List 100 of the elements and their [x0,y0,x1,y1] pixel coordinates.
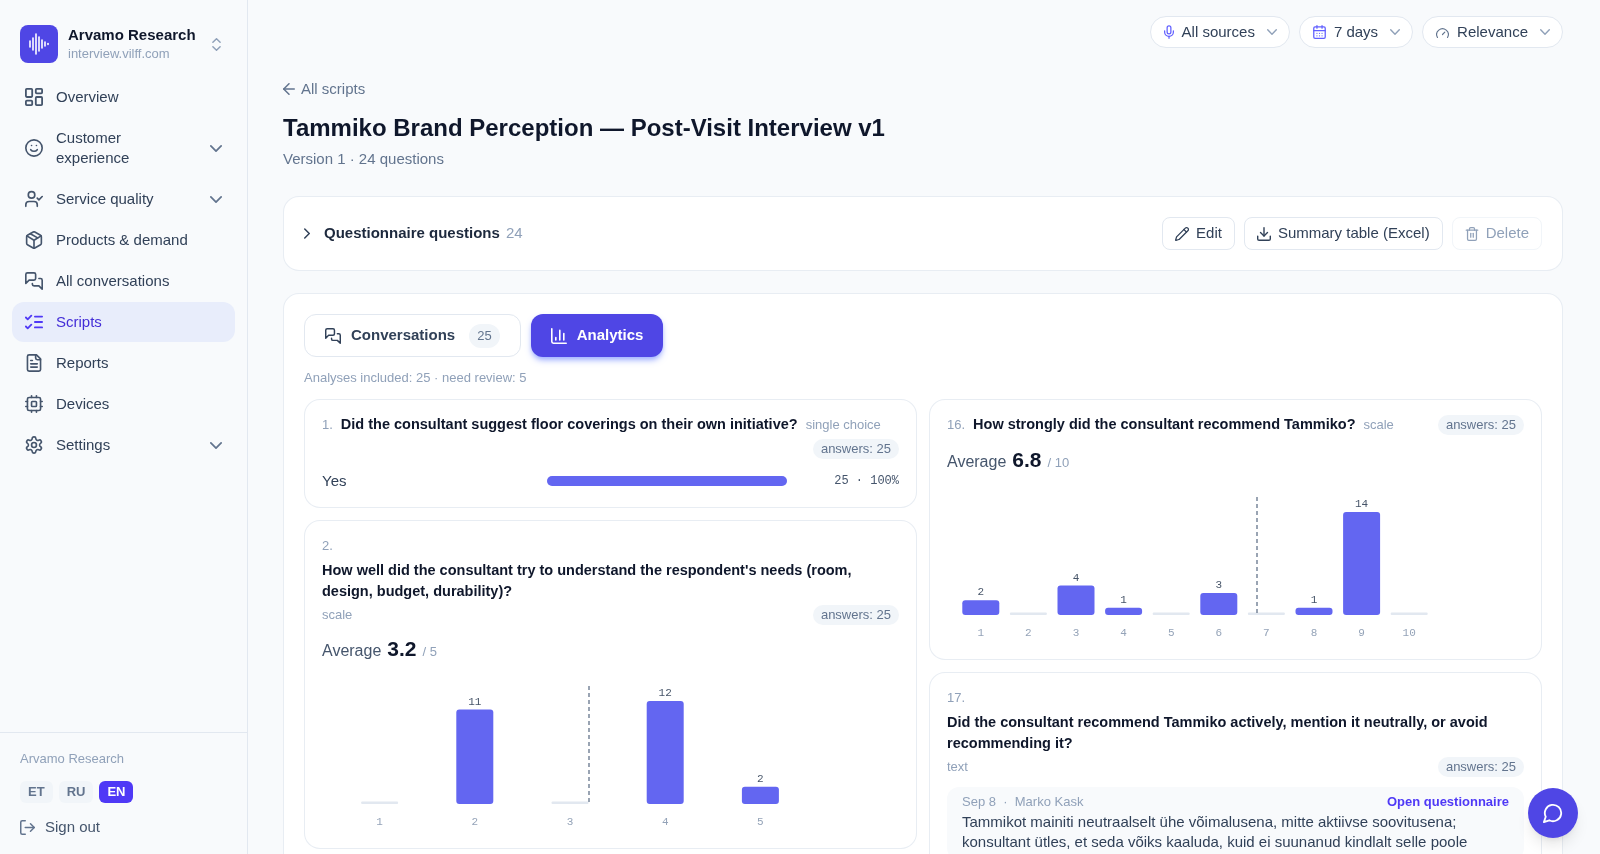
nav-item[interactable]: Overview [12,77,235,117]
question-text: How well did the consultant try to understand the respondent's needs (room, design, budget, durability)? [322,561,853,601]
filter-dropdown[interactable]: Relevance [1422,16,1563,48]
gauge-icon [1436,26,1450,38]
bar-value-label: 2 [757,772,764,785]
axis-label: 9 [1358,627,1365,639]
option-label: Yes [322,471,348,491]
chevrons-up-down-icon[interactable] [212,37,221,51]
question-number: 2. [322,537,333,555]
language-button[interactable]: ET [20,781,53,803]
average-label: Average [947,452,1007,472]
average-label: Average [322,641,382,661]
bar-value-label: 4 [1072,571,1080,584]
open-questionnaire-link[interactable]: Open questionnaire [1386,793,1509,811]
axis-label: 1 [977,627,985,639]
axis-label: 6 [1215,627,1223,639]
chevron-down-icon[interactable] [210,195,222,203]
question-count: 24 [505,223,523,244]
axis-label: 3 [566,816,574,828]
nav-item[interactable]: Scripts [12,302,235,342]
question-number: 16. [947,416,966,434]
download-button[interactable]: Summary table (Excel) [1243,217,1443,250]
chevron-down-icon[interactable] [210,441,222,449]
pencil-icon [1175,226,1190,241]
question-number: 17. [947,689,966,707]
bar-value-label: 14 [1355,498,1369,510]
workspace-label: Arvamo Research [20,750,125,768]
filter-dropdown[interactable]: 7 days [1298,16,1414,48]
axis-label: 8 [1310,627,1318,639]
sign-out-link[interactable]: Sign out [20,817,101,837]
workspace-domain: interview.vilff.com [68,45,171,63]
chart-bar [1200,592,1238,615]
axis-label: 5 [1167,627,1175,639]
response-meta: Sep 8 · Marko Kask [962,793,1084,811]
question-type: scale [322,606,353,624]
nav-item[interactable]: All conversations [12,261,235,301]
average-scale: / 10 [1047,454,1070,472]
average-scale: / 5 [422,643,437,661]
question-type: text [947,758,968,776]
calendar-icon [1312,25,1326,39]
bar-chart-icon [550,327,567,344]
tab[interactable]: Conversations 25 [304,314,521,357]
back-link[interactable]: All scripts [283,79,366,99]
option-reading: 25 · 100% [833,473,899,490]
answers-badge: answers: 25 [1437,415,1524,435]
filter-dropdown[interactable]: All sources [1149,16,1290,48]
chevron-down-icon[interactable] [210,144,222,152]
nav-item[interactable]: Service quality [12,179,235,219]
download-icon [1256,226,1271,241]
chart-bar [962,600,1000,615]
question-text: Did the consultant suggest floor coverings on their own initiative? [340,415,798,434]
language-button[interactable]: RU [58,781,94,803]
document-icon [25,354,43,372]
axis-label: 7 [1263,627,1270,639]
page-subtitle: Version 1 · 24 questions [283,149,444,169]
bar-value-label: 1 [1120,593,1127,606]
response-text: Tammikot mainiti neutraalselt ühe võimalusena, mitte aktiivse soovitusena; konsultant ütles, et seda võiks kaaluda, kuid ei suunanud kindlalt selle poole [962,812,1469,852]
language-button[interactable]: EN [99,781,134,803]
axis-label: 4 [1120,627,1127,639]
chart-bar [741,786,779,804]
count-badge: 25 [469,323,500,348]
chart-bar [1295,607,1333,615]
questionnaire-toggle[interactable]: Questionnaire questions 24 [304,222,523,245]
bar-value-label: 3 [1215,578,1223,591]
microphone-icon [1163,25,1174,39]
edit-button[interactable]: Edit [1162,217,1235,250]
question-number: 1. [322,416,333,434]
nav-item[interactable]: Products & demand [12,220,235,260]
axis-label: 1 [376,816,383,828]
workspace-name: Arvamo Research [68,25,196,45]
average-value: 3.2 [387,636,417,662]
bar-value-label: 12 [658,687,672,699]
nav-item[interactable]: Settings [12,425,235,465]
chat-icon [1543,803,1563,823]
nav-item[interactable]: Customer experience [12,118,235,178]
chevron-down-icon [1390,29,1401,35]
question-text: Did the consultant recommend Tammiko actively, mention it neutrally, or avoid recommending it? [947,713,1489,753]
user-check-icon [25,190,43,208]
axis-label: 10 [1402,627,1416,639]
smiley-icon [25,139,43,157]
nav-item[interactable]: Devices [12,384,235,424]
nav-item[interactable]: Reports [12,343,235,383]
analysis-summary: Analyses included: 25 · need review: 5 [304,369,527,387]
chat-bubbles-icon [325,327,341,344]
chip-icon [25,395,43,413]
axis-label: 2 [1025,627,1032,639]
bar-value-label: 11 [468,695,482,708]
axis-label: 3 [1072,627,1080,639]
chart-bar [1057,585,1095,615]
tab[interactable]: Analytics [530,314,664,357]
axis-label: 4 [661,816,669,828]
checklist-icon [25,313,43,331]
question-type: scale [1363,416,1394,434]
axis-label: 5 [757,816,764,828]
chevron-down-icon [1266,29,1277,35]
box-icon [25,231,43,249]
answers-badge: answers: 25 [812,605,899,625]
axis-label: 2 [471,816,479,828]
chat-bubbles-icon [25,272,43,290]
average-value: 6.8 [1012,447,1042,473]
